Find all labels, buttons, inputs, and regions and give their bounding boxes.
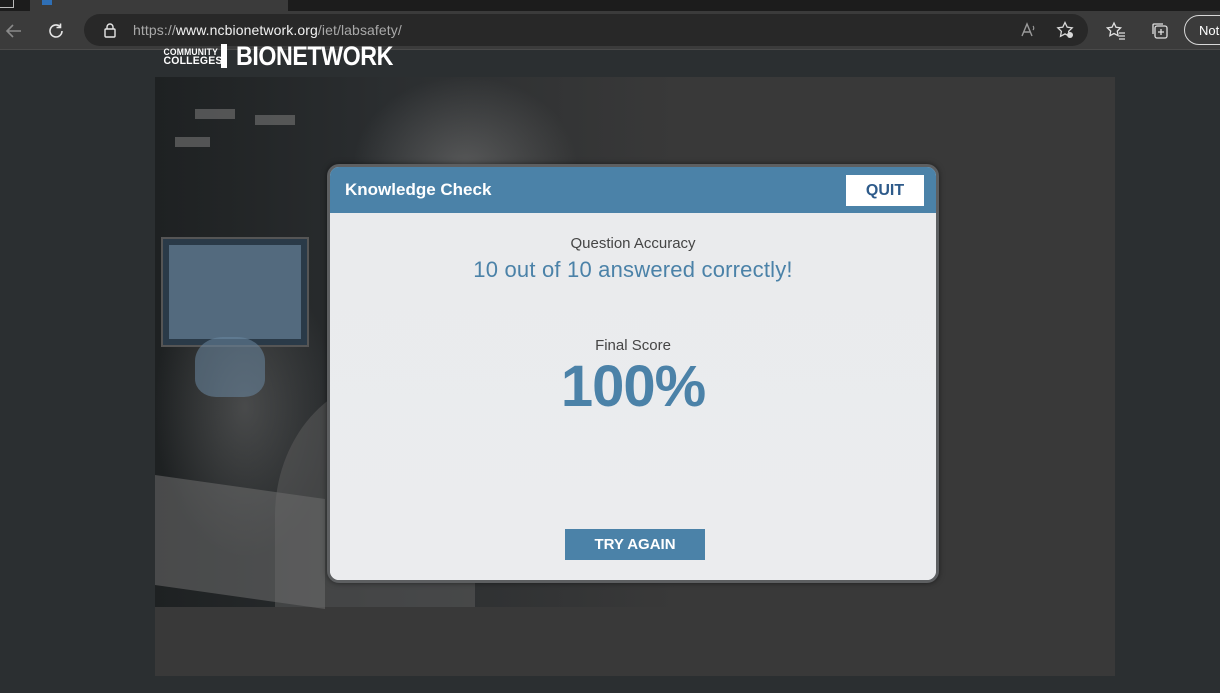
- site-logo[interactable]: COMMUNITY COLLEGES: [164, 48, 223, 67]
- logo-divider: [221, 44, 227, 68]
- monitor-screen: [169, 245, 301, 339]
- dialog-header: Knowledge Check QUIT: [330, 167, 936, 213]
- reload-button[interactable]: [44, 19, 68, 43]
- active-tab[interactable]: [30, 0, 288, 11]
- dialog-body: Question Accuracy 10 out of 10 answered …: [330, 213, 936, 580]
- accuracy-value: 10 out of 10 answered correctly!: [473, 257, 793, 282]
- ceiling-light: [175, 137, 210, 147]
- tab-actions-icon[interactable]: [0, 0, 14, 8]
- favorites-icon[interactable]: [1106, 21, 1126, 41]
- final-score-label: Final Score: [595, 337, 671, 354]
- quit-button[interactable]: QUIT: [846, 175, 924, 206]
- browser-toolbar: https://www.ncbionetwork.org/iet/labsafe…: [0, 11, 1220, 50]
- ceiling-light: [255, 115, 295, 125]
- url-path: /iet/labsafety/: [317, 22, 402, 38]
- arrow-left-icon: [5, 24, 21, 38]
- try-again-button[interactable]: TRY AGAIN: [565, 529, 705, 560]
- tab-favicon-icon: [42, 0, 52, 5]
- final-score-value: 100%: [560, 354, 706, 419]
- accuracy-label: Question Accuracy: [570, 235, 696, 252]
- profile-button[interactable]: Not: [1184, 15, 1220, 45]
- url-text[interactable]: https://www.ncbionetwork.org/iet/labsafe…: [133, 22, 402, 38]
- tube-rack-shape: [155, 475, 325, 609]
- address-bar[interactable]: https://www.ncbionetwork.org/iet/labsafe…: [84, 14, 1088, 46]
- back-button[interactable]: [2, 19, 26, 43]
- collections-icon[interactable]: [1150, 21, 1170, 41]
- lock-icon[interactable]: [102, 22, 118, 38]
- add-favorite-icon[interactable]: [1056, 21, 1074, 39]
- lab-monitor: [161, 237, 309, 347]
- tab-strip: [0, 0, 1220, 11]
- logo-line2: COLLEGES: [163, 55, 223, 67]
- gloved-hand-shape: [195, 337, 265, 397]
- ceiling-light: [195, 109, 235, 119]
- url-host: www.ncbionetwork.org: [175, 22, 318, 38]
- url-prefix: https://: [133, 22, 176, 38]
- dialog-title: Knowledge Check: [345, 180, 492, 199]
- logo-name: BIONETWORK: [236, 41, 393, 71]
- read-aloud-icon[interactable]: [1020, 21, 1038, 39]
- knowledge-check-dialog: Knowledge Check QUIT Question Accuracy 1…: [327, 164, 939, 583]
- reload-icon: [49, 23, 63, 38]
